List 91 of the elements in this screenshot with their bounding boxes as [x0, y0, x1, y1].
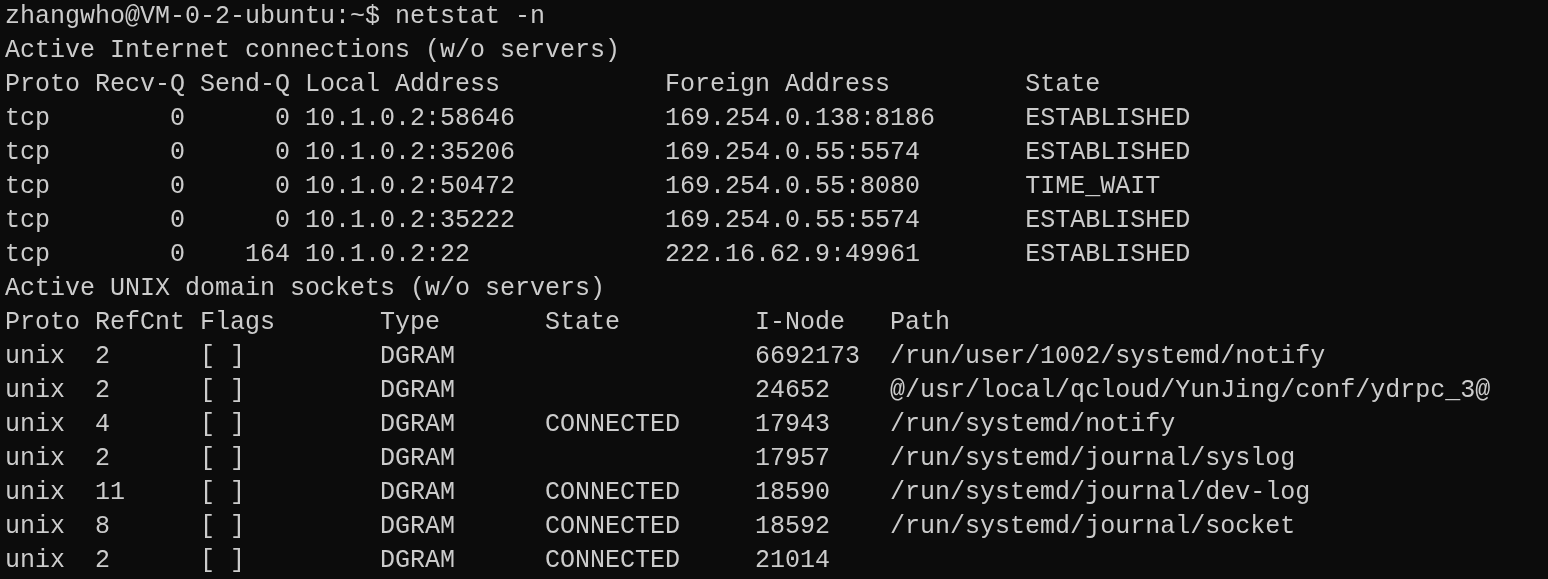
column-header: State	[545, 308, 621, 337]
table-cell: unix	[5, 478, 65, 507]
table-cell: 10.1.0.2:50472	[305, 172, 516, 201]
table-cell: 21014	[755, 546, 831, 575]
table-cell: 2	[95, 444, 110, 473]
table-cell: tcp	[5, 104, 50, 133]
table-cell: ESTABLISHED	[1025, 104, 1191, 133]
column-header: Recv-Q	[95, 70, 185, 99]
column-header: State	[1025, 70, 1101, 99]
table-cell: 10.1.0.2:22	[305, 240, 471, 269]
section-heading: Active Internet connections (w/o servers)	[5, 36, 621, 65]
table-cell: ESTABLISHED	[1025, 206, 1191, 235]
table-cell: /run/systemd/journal/syslog	[890, 444, 1296, 473]
table-cell: CONNECTED	[545, 512, 681, 541]
table-cell: unix	[5, 444, 65, 473]
table-cell: 0	[170, 138, 185, 167]
table-cell: CONNECTED	[545, 410, 681, 439]
table-cell: 222.16.62.9:49961	[665, 240, 921, 269]
table-cell: unix	[5, 546, 65, 575]
table-cell: tcp	[5, 172, 50, 201]
table-cell: 17943	[755, 410, 831, 439]
table-cell: tcp	[5, 206, 50, 235]
table-cell: unix	[5, 376, 65, 405]
table-cell: 10.1.0.2:58646	[305, 104, 516, 133]
table-cell: [ ]	[200, 342, 246, 371]
table-cell: 10.1.0.2:35206	[305, 138, 516, 167]
table-cell: /run/systemd/notify	[890, 410, 1176, 439]
column-header: Proto	[5, 70, 80, 99]
table-cell: DGRAM	[380, 444, 456, 473]
table-cell: ESTABLISHED	[1025, 138, 1191, 167]
table-cell: tcp	[5, 138, 50, 167]
table-cell: /run/systemd/journal/dev-log	[890, 478, 1311, 507]
table-cell: tcp	[5, 240, 50, 269]
table-cell: DGRAM	[380, 546, 456, 575]
table-cell: [ ]	[200, 410, 246, 439]
table-cell: 0	[275, 172, 291, 201]
table-cell: [ ]	[200, 546, 246, 575]
table-cell: unix	[5, 342, 65, 371]
column-header: Local Address	[305, 70, 501, 99]
table-cell: DGRAM	[380, 376, 456, 405]
column-header: Flags	[200, 308, 276, 337]
column-header: Path	[890, 308, 951, 337]
column-header: Type	[380, 308, 441, 337]
table-cell: [ ]	[200, 478, 246, 507]
column-header: I-Node	[755, 308, 846, 337]
table-cell: 169.254.0.55:5574	[665, 206, 921, 235]
table-cell: DGRAM	[380, 342, 456, 371]
table-cell: 0	[170, 172, 185, 201]
table-cell: CONNECTED	[545, 546, 681, 575]
table-cell: CONNECTED	[545, 478, 681, 507]
table-cell: [ ]	[200, 376, 246, 405]
table-cell: 6692173	[755, 342, 861, 371]
table-cell: 2	[95, 376, 110, 405]
table-cell: unix	[5, 512, 65, 541]
table-cell: 8	[95, 512, 110, 541]
table-cell: 17957	[755, 444, 831, 473]
table-cell: DGRAM	[380, 512, 456, 541]
table-cell: 0	[170, 104, 185, 133]
table-cell: 0	[170, 240, 185, 269]
table-cell: DGRAM	[380, 478, 456, 507]
table-cell: 169.254.0.138:8186	[665, 104, 936, 133]
column-header: RefCnt	[95, 308, 185, 337]
table-cell: ESTABLISHED	[1025, 240, 1191, 269]
command-line: zhangwho@VM-0-2-ubuntu:~$ netstat -n	[5, 2, 546, 31]
table-cell: 0	[275, 206, 291, 235]
table-cell: unix	[5, 410, 65, 439]
table-cell: [ ]	[200, 444, 246, 473]
table-cell: 2	[95, 342, 110, 371]
table-cell: 18592	[755, 512, 831, 541]
table-cell: 11	[95, 478, 125, 507]
table-cell: DGRAM	[380, 410, 456, 439]
table-cell: @/usr/local/qcloud/YunJing/conf/ydrpc_3@	[890, 376, 1491, 405]
table-cell: 4	[95, 410, 110, 439]
table-cell: 0	[170, 206, 185, 235]
table-cell: /run/systemd/journal/socket	[890, 512, 1296, 541]
table-cell: 0	[275, 104, 291, 133]
column-header: Send-Q	[200, 70, 291, 99]
table-cell: [ ]	[200, 512, 246, 541]
table-cell: 169.254.0.55:8080	[665, 172, 921, 201]
column-header: Proto	[5, 308, 80, 337]
section-heading: Active UNIX domain sockets (w/o servers)	[5, 274, 606, 303]
table-cell: 2	[95, 546, 110, 575]
table-cell: 24652	[755, 376, 831, 405]
table-cell: TIME_WAIT	[1025, 172, 1161, 201]
column-header: Foreign Address	[665, 70, 891, 99]
table-cell: 169.254.0.55:5574	[665, 138, 921, 167]
table-cell: 164	[245, 240, 291, 269]
table-cell: 10.1.0.2:35222	[305, 206, 516, 235]
table-cell: /run/user/1002/systemd/notify	[890, 342, 1326, 371]
table-cell: 18590	[755, 478, 831, 507]
table-cell: 0	[275, 138, 291, 167]
